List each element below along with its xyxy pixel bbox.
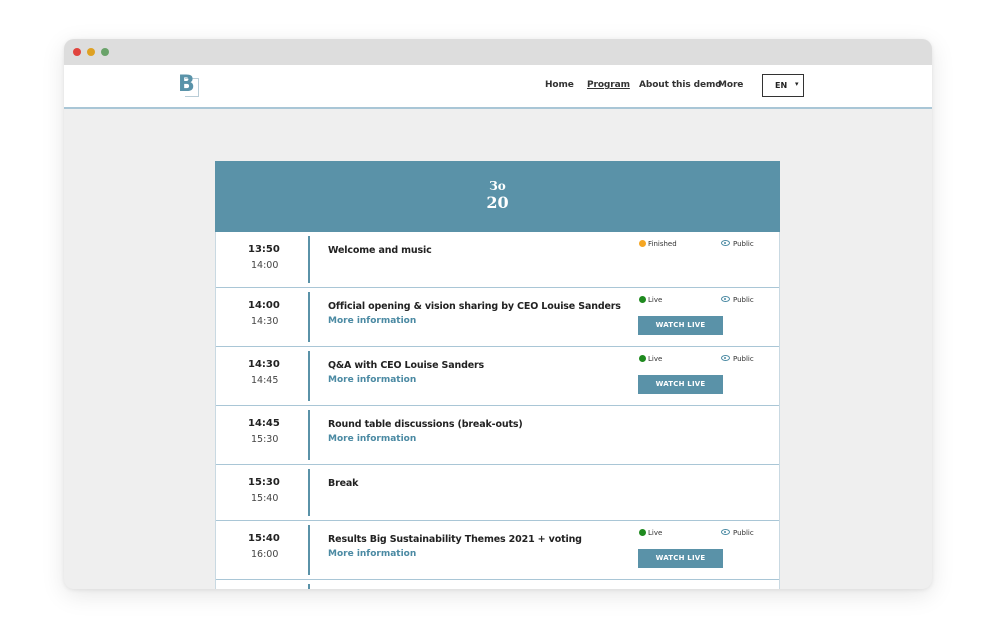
day-weekday: Зо: [489, 179, 506, 193]
site-header: B Home Program About this demo More EN ▾: [64, 65, 932, 109]
nav-more-link[interactable]: More: [718, 80, 743, 90]
session-end-time: 15:30: [251, 434, 279, 445]
session-end-time: 16:00: [251, 549, 279, 560]
more-information-link[interactable]: More information: [328, 549, 416, 559]
session-title: Official opening & vision sharing by CEO…: [328, 301, 621, 312]
status-label: Live: [648, 296, 663, 304]
session-title: Q&A with CEO Louise Sanders: [328, 360, 485, 371]
eye-icon: [721, 355, 730, 361]
session-divider: [308, 469, 310, 516]
more-information-link[interactable]: More information: [328, 316, 416, 326]
chevron-down-icon: ▾: [795, 80, 799, 88]
session-row: 13:50 14:00 Welcome and music Finished Publi…: [216, 232, 779, 288]
session-divider: [308, 236, 310, 283]
visibility-label: Public: [733, 240, 754, 248]
language-value: EN: [775, 81, 788, 90]
status-label: Live: [648, 355, 663, 363]
session-divider: [308, 584, 310, 589]
visibility-label: Public: [733, 296, 754, 304]
session-start-time: 14:45: [248, 418, 280, 429]
browser-window: B Home Program About this demo More EN ▾…: [64, 39, 932, 589]
session-visibility: Public: [721, 240, 754, 248]
session-row: 14:45 15:30 Round table discussions (break…: [216, 406, 779, 465]
session-divider: [308, 292, 310, 342]
session-row: 14:30 14:45 Q&A with CEO Louise Sanders Mor…: [216, 347, 779, 407]
session-end-time: 14:45: [251, 375, 279, 386]
session-start-time: 15:30: [248, 477, 280, 488]
logo-letter: B: [178, 72, 195, 97]
session-row: 15:30 15:40 Break: [216, 465, 779, 521]
nav-about-link[interactable]: About this demo: [639, 80, 721, 90]
status-label: Finished: [648, 240, 677, 248]
language-select[interactable]: EN ▾: [762, 74, 804, 97]
visibility-label: Public: [733, 355, 754, 363]
status-dot-icon: [639, 355, 646, 362]
session-start-time: 14:00: [248, 300, 280, 311]
close-window-icon[interactable]: [73, 48, 81, 56]
maximize-window-icon[interactable]: [101, 48, 109, 56]
day-header: Зо 20: [215, 161, 780, 232]
session-end-time: 14:30: [251, 316, 279, 327]
session-title: Welcome and music: [328, 245, 432, 256]
eye-icon: [721, 240, 730, 246]
nav-home-link[interactable]: Home: [545, 80, 574, 90]
more-information-link[interactable]: More information: [328, 434, 416, 444]
more-information-link[interactable]: More information: [328, 375, 416, 385]
visibility-label: Public: [733, 529, 754, 537]
session-status: Live: [639, 355, 662, 363]
session-divider: [308, 351, 310, 401]
nav-program-link[interactable]: Program: [587, 80, 630, 90]
session-row: 15:40 16:00 Results Big Sustainability The…: [216, 521, 779, 581]
status-dot-icon: [639, 240, 646, 247]
status-dot-icon: [639, 296, 646, 303]
eye-icon: [721, 296, 730, 302]
session-title: Round table discussions (break-outs): [328, 419, 523, 430]
site-logo[interactable]: B: [178, 72, 200, 98]
session-visibility: Public: [721, 355, 754, 363]
day-date: 20: [486, 193, 509, 212]
session-start-time: 15:40: [248, 533, 280, 544]
session-divider: [308, 525, 310, 575]
session-status: Live: [639, 529, 662, 537]
session-list: 13:50 14:00 Welcome and music Finished Publi…: [215, 232, 780, 589]
session-start-time: 13:50: [248, 244, 280, 255]
session-row: [216, 580, 779, 589]
session-visibility: Public: [721, 529, 754, 537]
minimize-window-icon[interactable]: [87, 48, 95, 56]
program-schedule: Зо 20 13:50 14:00 Welcome and music Finishe…: [215, 161, 780, 589]
status-dot-icon: [639, 529, 646, 536]
eye-icon: [721, 529, 730, 535]
session-title: Break: [328, 478, 359, 489]
session-status: Live: [639, 296, 662, 304]
session-end-time: 14:00: [251, 260, 279, 271]
session-visibility: Public: [721, 296, 754, 304]
watch-live-stream-button[interactable]: WATCH LIVE STREAM: [638, 375, 723, 407]
watch-live-stream-button[interactable]: WATCH LIVE STREAM: [638, 549, 723, 581]
window-titlebar: [64, 39, 932, 65]
status-label: Live: [648, 529, 663, 537]
session-divider: [308, 410, 310, 460]
watch-live-stream-button[interactable]: WATCH LIVE STREAM: [638, 316, 723, 348]
session-start-time: 14:30: [248, 359, 280, 370]
session-status: Finished: [639, 240, 677, 248]
session-end-time: 15:40: [251, 493, 279, 504]
session-title: Results Big Sustainability Themes 2021 +…: [328, 534, 582, 545]
session-row: 14:00 14:30 Official opening & vision shar…: [216, 288, 779, 348]
